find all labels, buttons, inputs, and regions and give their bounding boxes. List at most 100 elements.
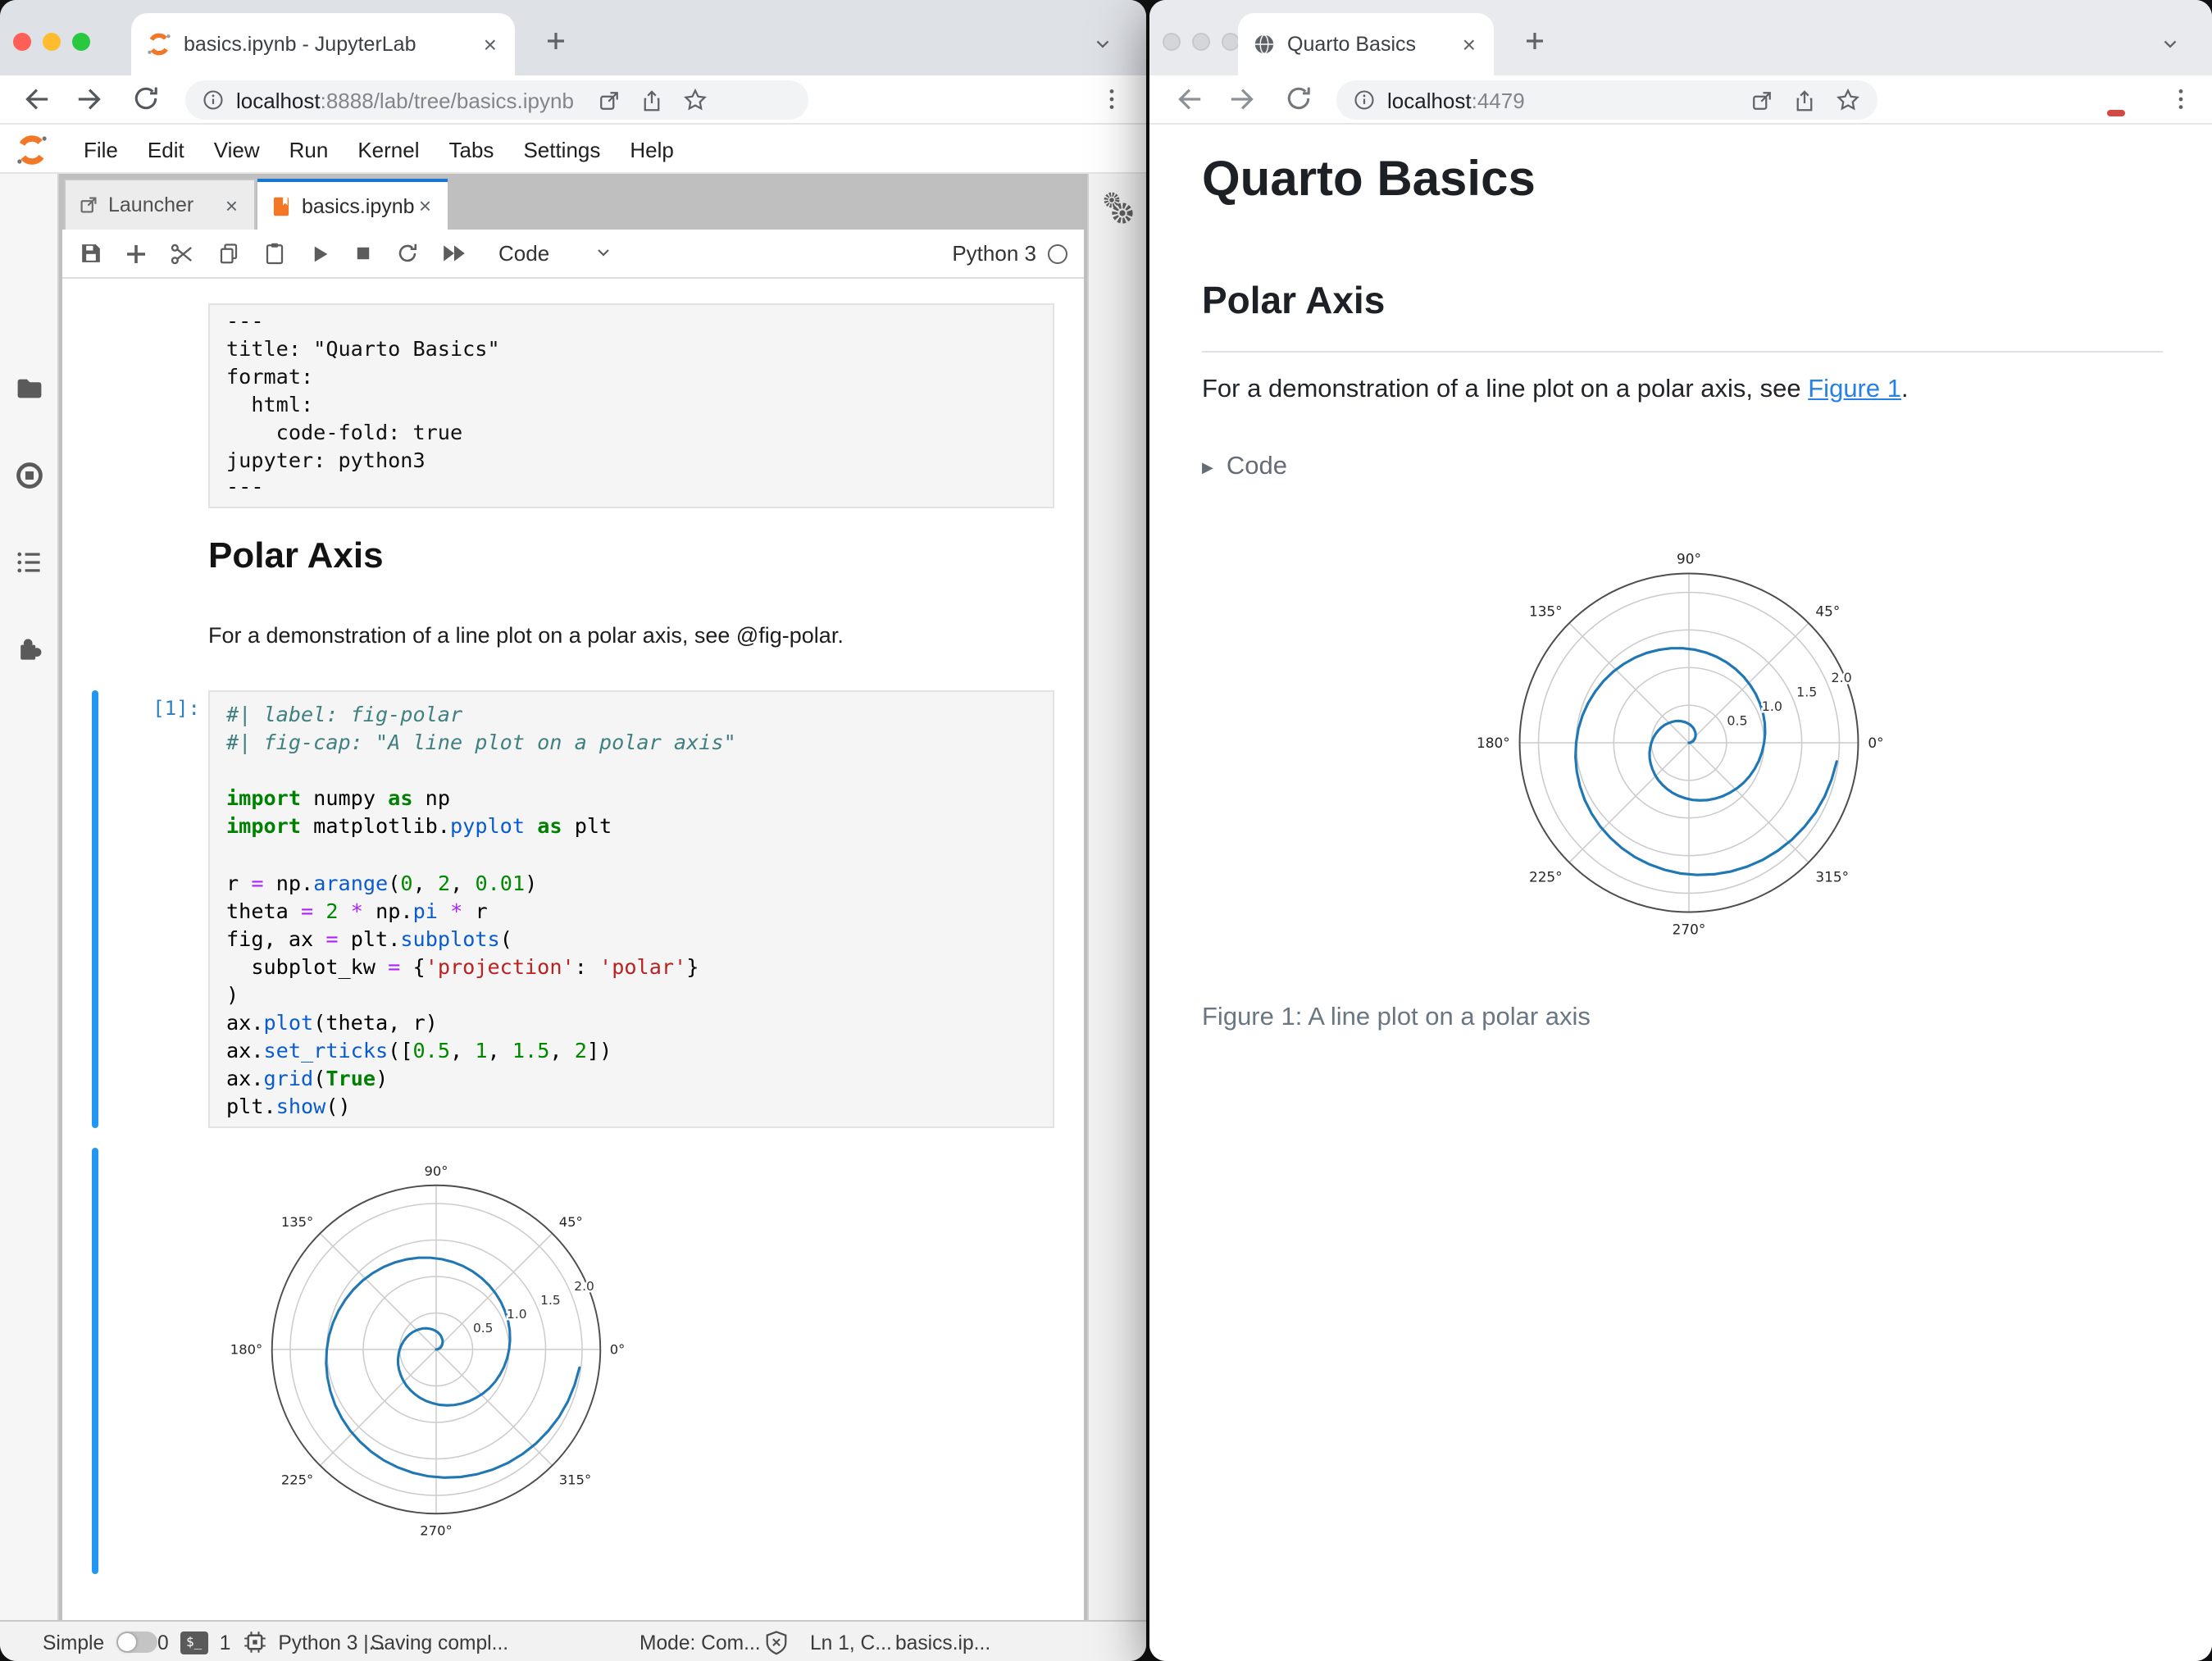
output-collapser[interactable]	[92, 1148, 98, 1574]
address-bar[interactable]: localhost:4479	[1336, 80, 1877, 120]
notebook-panel: Launcher × basics.ipynb × Code Python 3 …	[62, 174, 1084, 1620]
svg-text:225°: 225°	[281, 1472, 313, 1487]
quarto-rendered-page: Quarto Basics Polar Axis For a demonstra…	[1149, 126, 2212, 1661]
add-cell-button[interactable]	[125, 242, 148, 265]
cursor-position[interactable]: Ln 1, C...	[810, 1622, 892, 1661]
kernel-status-text[interactable]: Python 3 |...	[278, 1631, 385, 1654]
svg-text:90°: 90°	[425, 1163, 448, 1179]
code-cell-editor[interactable]: #| label: fig-polar #| fig-cap: "A line p…	[208, 690, 1054, 1128]
window-close-button[interactable]	[1163, 33, 1181, 51]
browser-url-row: localhost:8888/lab/tree/basics.ipynb	[0, 75, 1146, 125]
terminals-count: 0	[157, 1631, 169, 1654]
svg-text:135°: 135°	[1529, 603, 1563, 620]
new-tab-button[interactable]	[1523, 26, 1546, 56]
restart-kernel-button[interactable]	[395, 241, 420, 266]
browser-tab-jupyterlab[interactable]: basics.ipynb - JupyterLab ×	[131, 13, 515, 75]
window-minimize-button[interactable]	[43, 33, 61, 51]
disclosure-triangle-icon: ▶	[1202, 458, 1213, 475]
site-info-icon[interactable]	[202, 89, 225, 111]
menu-settings[interactable]: Settings	[508, 137, 615, 162]
address-bar[interactable]: localhost:8888/lab/tree/basics.ipynb	[185, 80, 808, 120]
cell-type-chevron-icon[interactable]	[594, 239, 613, 268]
trust-shield-icon	[764, 1622, 789, 1661]
browser-tab-quarto[interactable]: Quarto Basics ×	[1238, 13, 1494, 75]
new-tab-button[interactable]	[544, 26, 567, 56]
dock-tab-launcher-label: Launcher	[108, 193, 194, 216]
reload-button[interactable]	[1284, 84, 1313, 113]
browser-menu-icon[interactable]	[2168, 85, 2194, 115]
menu-file[interactable]: File	[69, 137, 133, 162]
browser-menu-icon[interactable]	[1099, 85, 1125, 115]
dock-tab-close-icon[interactable]: ×	[416, 195, 435, 216]
interrupt-kernel-button[interactable]	[353, 243, 374, 264]
url-text[interactable]: localhost:8888/lab/tree/basics.ipynb	[236, 88, 574, 112]
menu-kernel[interactable]: Kernel	[343, 137, 434, 162]
save-button[interactable]	[79, 241, 103, 266]
cut-cells-button[interactable]	[169, 240, 195, 266]
open-in-new-icon[interactable]	[597, 88, 621, 112]
code-fold-toggle[interactable]: ▶ Code	[1202, 453, 1287, 482]
simple-mode-toggle[interactable]	[116, 1631, 157, 1653]
back-button[interactable]	[1172, 84, 1204, 115]
menu-view[interactable]: View	[199, 137, 275, 162]
kernel-status-icon[interactable]	[1048, 243, 1067, 263]
tab-close-icon[interactable]: ×	[1459, 33, 1479, 56]
kernel-name[interactable]: Python 3	[952, 241, 1036, 266]
open-in-new-icon[interactable]	[1750, 88, 1774, 112]
window-close-button[interactable]	[13, 33, 31, 51]
dock-tab-launcher[interactable]: Launcher ×	[64, 179, 256, 230]
active-cell-collapser[interactable]	[92, 690, 98, 1128]
extension-manager-icon[interactable]	[15, 635, 44, 664]
bookmark-star-icon[interactable]	[1835, 87, 1861, 113]
tab-search-chevron-icon[interactable]	[2160, 30, 2181, 59]
file-browser-icon[interactable]	[15, 374, 44, 403]
svg-text:0.5: 0.5	[1727, 712, 1747, 728]
share-icon[interactable]	[1792, 88, 1817, 112]
reload-button[interactable]	[131, 84, 161, 113]
window-zoom-button[interactable]	[72, 33, 90, 51]
code-fold-label: Code	[1226, 453, 1287, 480]
share-icon[interactable]	[639, 88, 664, 112]
menu-edit[interactable]: Edit	[133, 137, 199, 162]
tab-close-icon[interactable]: ×	[480, 33, 500, 56]
restart-run-all-button[interactable]	[441, 243, 467, 264]
url-text[interactable]: localhost:4479	[1387, 88, 1525, 112]
window-zoom-button[interactable]	[1222, 33, 1240, 51]
dock-tab-close-icon[interactable]: ×	[222, 194, 241, 216]
polar-plot-figure: 0° 45° 90° 135° 180° 225° 270° 315° 0.5 1.0 1.5 2.0	[1477, 551, 1883, 938]
launcher-icon	[80, 197, 97, 213]
site-info-icon[interactable]	[1353, 89, 1376, 111]
table-of-contents-icon[interactable]	[15, 548, 44, 577]
bookmark-star-icon[interactable]	[682, 87, 708, 113]
running-sessions-icon[interactable]	[15, 461, 44, 490]
polar-plot-output: 0° 45° 90° 135° 180° 225° 270° 315° 0.5 1.0 1.5 2.0	[230, 1163, 626, 1538]
svg-text:45°: 45°	[1815, 603, 1840, 620]
copy-cells-button[interactable]	[216, 241, 241, 266]
figure-link[interactable]: Figure 1	[1808, 375, 1901, 403]
svg-text:180°: 180°	[1477, 735, 1510, 751]
back-button[interactable]	[20, 84, 51, 115]
cell-type-select[interactable]: Code	[498, 241, 549, 266]
property-inspector-icon[interactable]	[1100, 189, 1136, 231]
jupyterlab-statusbar: Simple 0 $_ 1 Python 3 |... Saving compl…	[0, 1620, 1146, 1661]
jupyterlab-browser-window: basics.ipynb - JupyterLab × localhost:88…	[0, 0, 1146, 1661]
tab-search-chevron-icon[interactable]	[1092, 30, 1113, 59]
menu-run[interactable]: Run	[275, 137, 344, 162]
forward-button[interactable]	[75, 84, 107, 115]
command-mode-indicator[interactable]: Mode: Com...	[639, 1622, 761, 1661]
menu-help[interactable]: Help	[615, 137, 689, 162]
dock-tab-notebook[interactable]: basics.ipynb ×	[257, 179, 448, 230]
execution-count: [1]:	[152, 697, 200, 720]
forward-button[interactable]	[1228, 84, 1259, 115]
svg-text:1.5: 1.5	[540, 1293, 560, 1308]
svg-text:2.0: 2.0	[1832, 670, 1852, 685]
jupyter-logo	[17, 134, 47, 164]
run-cell-button[interactable]	[308, 242, 331, 265]
raw-yaml-cell[interactable]: --- title: "Quarto Basics" format: html: c…	[208, 303, 1054, 508]
paste-cells-button[interactable]	[262, 241, 287, 266]
macos-traffic-lights	[1163, 33, 1240, 51]
window-minimize-button[interactable]	[1192, 33, 1210, 51]
svg-text:225°: 225°	[1529, 869, 1563, 885]
globe-favicon-icon	[1254, 34, 1274, 54]
menu-tabs[interactable]: Tabs	[435, 137, 509, 162]
